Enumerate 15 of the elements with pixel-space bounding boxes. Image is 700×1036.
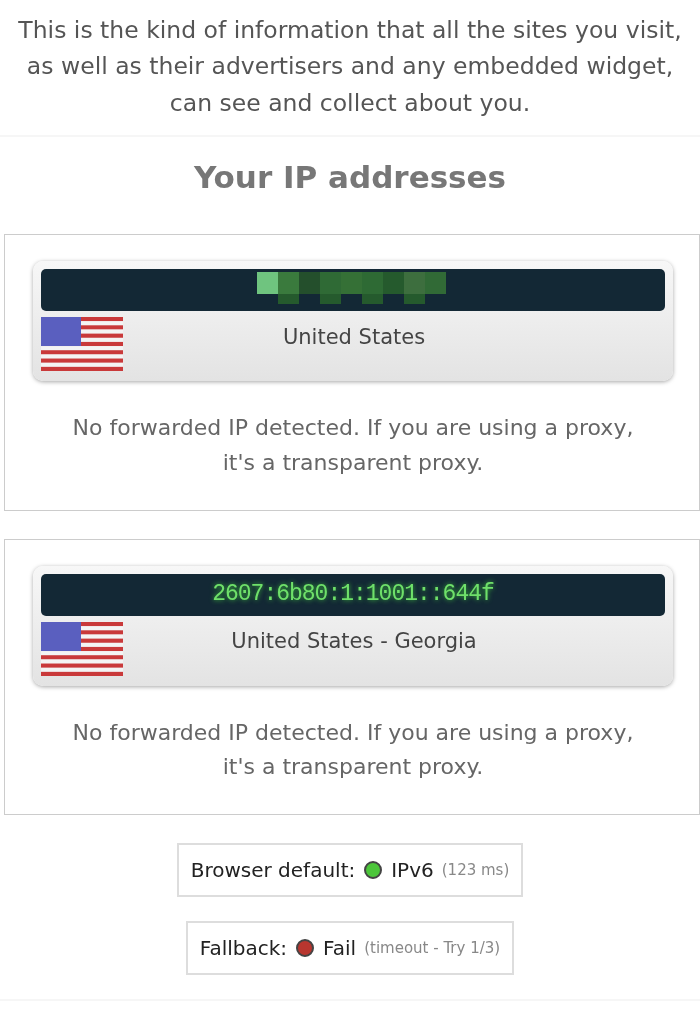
country-label: United States - Georgia: [230, 627, 478, 655]
status-label: Fallback:: [199, 934, 288, 962]
status-result: Fail: [323, 934, 357, 962]
ip-address: 2607:6b80:1:1001::644f: [212, 580, 494, 610]
forwarded-ip-note: No forwarded IP detected. If you are using a proxy, it's a transparent proxy.: [71, 718, 635, 781]
status-detail: (123 ms): [441, 859, 510, 881]
section-heading: Your IP addresses: [192, 159, 508, 197]
country-label: United States: [281, 323, 427, 351]
status-result: IPv6: [391, 856, 434, 884]
status-label: Browser default:: [190, 856, 356, 884]
us-flag-icon: [41, 317, 123, 372]
intro-text: This is the kind of information that all the sites you visit, as well as their advertisers and any embedded widget, can see and collect about you.: [17, 15, 683, 119]
us-flag-icon: [41, 621, 123, 676]
forwarded-ip-note: No forwarded IP detected. If you are using a proxy, it's a transparent proxy.: [71, 414, 635, 477]
status-detail: (timeout - Try 1/3): [364, 937, 501, 959]
